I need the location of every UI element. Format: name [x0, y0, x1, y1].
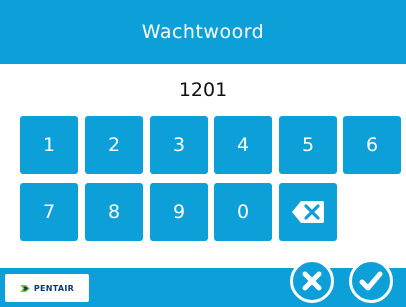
- logo-text: PENTAIR: [33, 283, 75, 293]
- key-label: 2: [107, 134, 121, 156]
- key-4[interactable]: 4: [214, 116, 272, 174]
- cancel-button[interactable]: [290, 259, 334, 303]
- key-label: 6: [365, 134, 379, 156]
- key-7[interactable]: 7: [20, 183, 78, 241]
- key-label: 0: [236, 201, 250, 223]
- key-1[interactable]: 1: [20, 116, 78, 174]
- key-0[interactable]: 0: [214, 183, 272, 241]
- page-title: Wachtwoord: [141, 21, 265, 43]
- key-9[interactable]: 9: [150, 183, 208, 241]
- key-3[interactable]: 3: [150, 116, 208, 174]
- pentair-arrow-icon: [19, 284, 30, 292]
- password-entry-display: 1201: [0, 72, 406, 108]
- key-label: 9: [172, 201, 186, 223]
- key-label: 1: [42, 134, 56, 156]
- backspace-x-icon: [292, 201, 324, 223]
- checkmark-icon: [359, 271, 383, 291]
- key-2[interactable]: 2: [85, 116, 143, 174]
- key-label: 8: [107, 201, 121, 223]
- header-bar: Wachtwoord: [0, 0, 406, 64]
- pentair-logo: PENTAIR: [5, 274, 89, 302]
- key-label: 4: [236, 134, 250, 156]
- password-screen: Wachtwoord 1201 1 2 3 4 5 6 7 8 9 0 PENT…: [0, 0, 406, 307]
- key-label: 5: [301, 134, 315, 156]
- key-5[interactable]: 5: [279, 116, 337, 174]
- backspace-button[interactable]: [279, 183, 337, 241]
- key-label: 3: [172, 134, 186, 156]
- confirm-button[interactable]: [349, 259, 393, 303]
- key-6[interactable]: 6: [343, 116, 401, 174]
- key-label: 7: [42, 201, 56, 223]
- close-x-icon: [302, 271, 322, 291]
- password-value: 1201: [178, 79, 228, 101]
- key-8[interactable]: 8: [85, 183, 143, 241]
